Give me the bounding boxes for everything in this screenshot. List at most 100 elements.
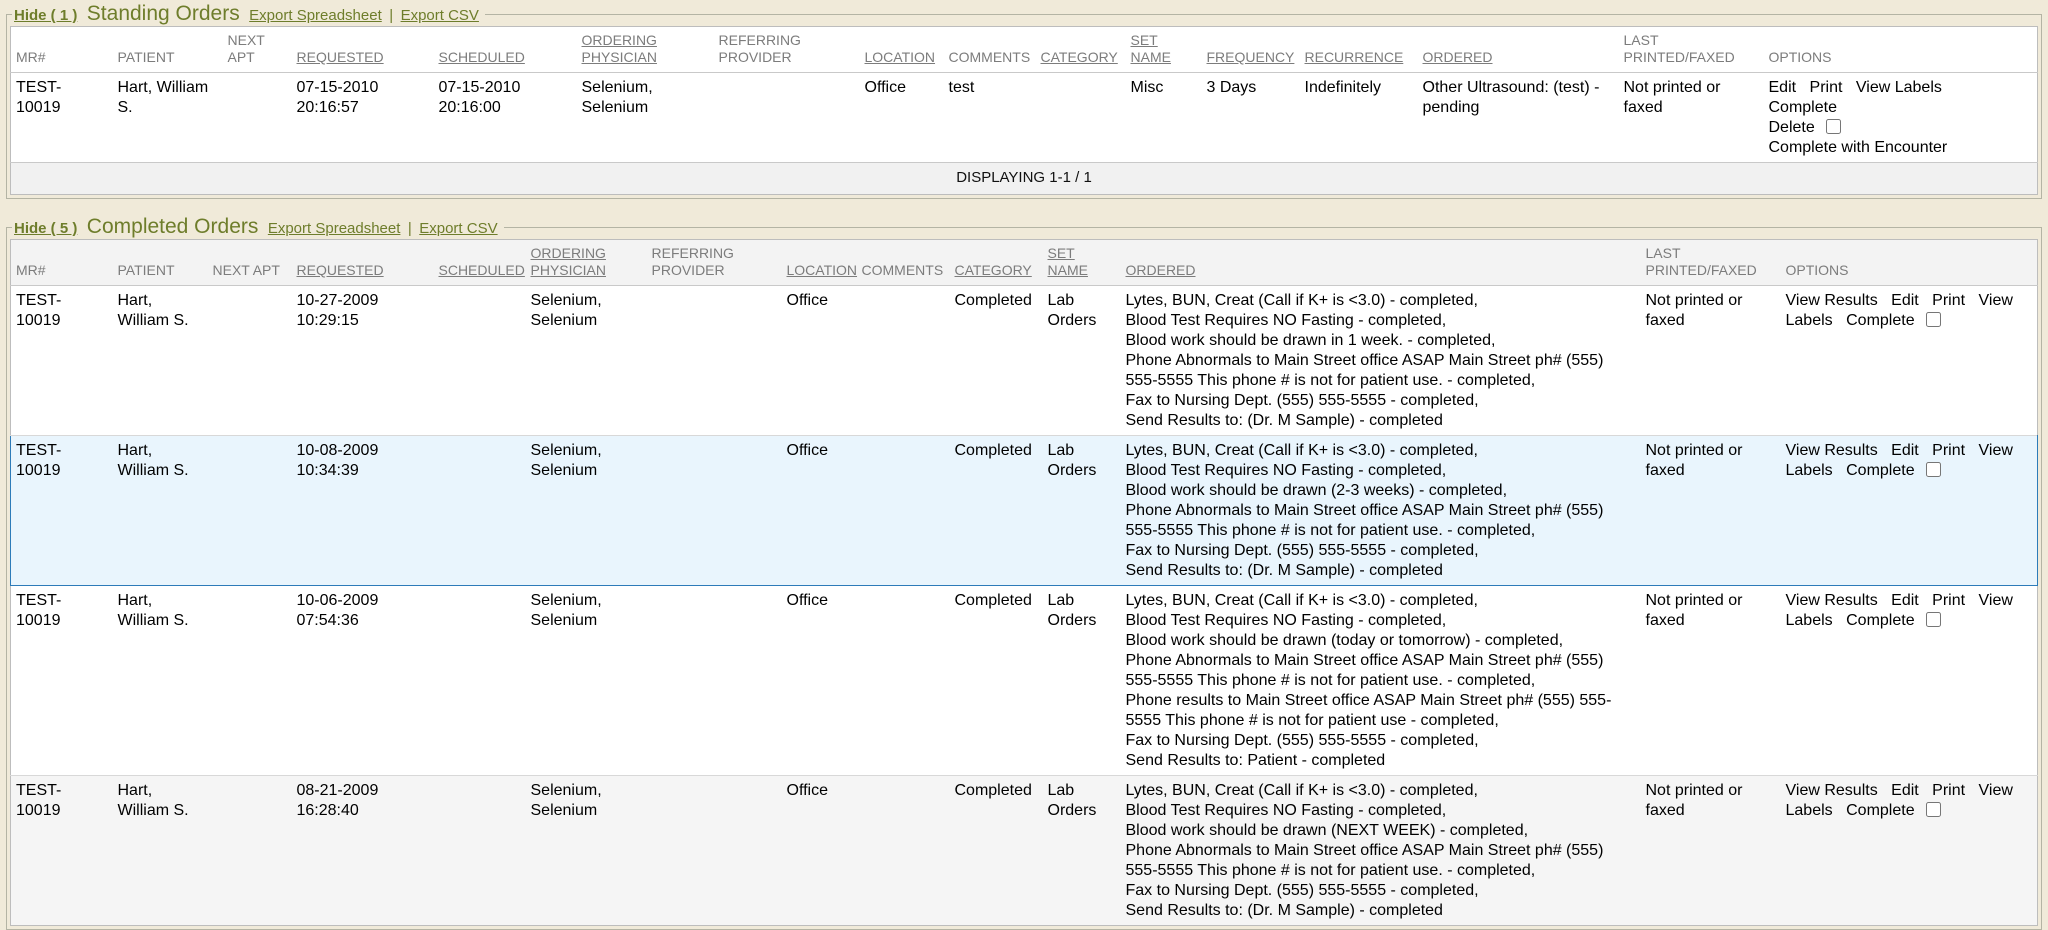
legend-separator: | — [389, 7, 393, 24]
complete-link[interactable]: Complete — [1846, 802, 1914, 819]
cell-ordering-physician: Selenium, Selenium — [526, 586, 647, 776]
col-header-options: OPTIONS — [1764, 27, 2038, 73]
complete-with-encounter-link[interactable]: Complete with Encounter — [1769, 139, 1948, 156]
complete-link[interactable]: Complete — [1769, 99, 1837, 116]
order-select-checkbox[interactable] — [1926, 462, 1941, 477]
col-header-set-name[interactable]: SET NAME — [1043, 240, 1121, 286]
col-header-requested[interactable]: REQUESTED — [292, 240, 434, 286]
print-link[interactable]: Print — [1932, 442, 1965, 459]
cell-category: Completed — [950, 436, 1043, 586]
cell-location: Office — [782, 776, 857, 926]
edit-link[interactable]: Edit — [1891, 292, 1919, 309]
delete-link[interactable]: Delete — [1769, 119, 1815, 136]
col-header-category[interactable]: CATEGORY — [1036, 27, 1126, 73]
view-labels-link[interactable]: View Labels — [1856, 79, 1942, 96]
order-select-checkbox[interactable] — [1926, 612, 1941, 627]
cell-comments — [857, 436, 950, 586]
standing-export-csv-link[interactable]: Export CSV — [401, 7, 479, 24]
cell-referring-provider — [647, 776, 782, 926]
cell-scheduled — [434, 776, 526, 926]
cell-set-name: Lab Orders — [1043, 586, 1121, 776]
standing-export-spreadsheet-link[interactable]: Export Spreadsheet — [249, 7, 382, 24]
cell-ordered: Lytes, BUN, Creat (Call if K+ is <3.0) -… — [1121, 776, 1641, 926]
cell-next-apt — [223, 73, 292, 163]
completed-orders-legend: Hide ( 5 ) Completed Orders Export Sprea… — [12, 215, 504, 239]
cell-mr: TEST-10019 — [11, 286, 113, 436]
standing-order-row: TEST-10019 Hart, William S. 07-15-2010 2… — [11, 73, 2038, 163]
view-results-link[interactable]: View Results — [1786, 782, 1878, 799]
cell-next-apt — [208, 436, 292, 586]
cell-category: Completed — [950, 586, 1043, 776]
cell-last-printed-faxed: Not printed or faxed — [1641, 436, 1781, 586]
complete-link[interactable]: Complete — [1846, 312, 1914, 329]
cell-patient: Hart, William S. — [113, 286, 208, 436]
print-link[interactable]: Print — [1932, 782, 1965, 799]
standing-hide-link[interactable]: Hide ( 1 ) — [14, 7, 77, 24]
col-header-last-printed-faxed: LAST PRINTED/FAXED — [1641, 240, 1781, 286]
cell-scheduled: 07-15-2010 20:16:00 — [434, 73, 577, 163]
order-select-checkbox[interactable] — [1926, 312, 1941, 327]
view-results-link[interactable]: View Results — [1786, 442, 1878, 459]
cell-last-printed-faxed: Not printed or faxed — [1641, 586, 1781, 776]
cell-referring-provider — [714, 73, 860, 163]
cell-options: Edit Print View Labels Complete Delete C… — [1764, 73, 2038, 163]
cell-ordered: Lytes, BUN, Creat (Call if K+ is <3.0) -… — [1121, 586, 1641, 776]
cell-next-apt — [208, 586, 292, 776]
print-link[interactable]: Print — [1810, 79, 1843, 96]
completed-orders-table: MR# PATIENT NEXT APT REQUESTED SCHEDULED… — [10, 239, 2038, 926]
col-header-ordering-physician[interactable]: ORDERING PHYSICIAN — [577, 27, 714, 73]
cell-referring-provider — [647, 586, 782, 776]
col-header-scheduled[interactable]: SCHEDULED — [434, 27, 577, 73]
legend-separator: | — [408, 220, 412, 237]
cell-set-name: Misc — [1126, 73, 1202, 163]
standing-orders-section: Hide ( 1 ) Standing Orders Export Spread… — [6, 2, 2042, 199]
cell-comments — [857, 286, 950, 436]
order-select-checkbox[interactable] — [1826, 119, 1841, 134]
col-header-ordered[interactable]: ORDERED — [1418, 27, 1619, 73]
col-header-requested[interactable]: REQUESTED — [292, 27, 434, 73]
cell-mr: TEST-10019 — [11, 776, 113, 926]
cell-options: View Results Edit Print View Labels Comp… — [1781, 586, 2038, 776]
edit-link[interactable]: Edit — [1769, 79, 1797, 96]
edit-link[interactable]: Edit — [1891, 442, 1919, 459]
cell-category: Completed — [950, 286, 1043, 436]
col-header-patient: PATIENT — [113, 27, 223, 73]
col-header-scheduled[interactable]: SCHEDULED — [434, 240, 526, 286]
view-results-link[interactable]: View Results — [1786, 292, 1878, 309]
col-header-frequency[interactable]: FREQUENCY — [1202, 27, 1300, 73]
standing-paging-row: DISPLAYING 1-1 / 1 — [11, 163, 2038, 195]
col-header-location[interactable]: LOCATION — [782, 240, 857, 286]
completed-order-row: TEST-10019 Hart, William S. 08-21-2009 1… — [11, 776, 2038, 926]
col-header-set-name[interactable]: SET NAME — [1126, 27, 1202, 73]
cell-ordered: Lytes, BUN, Creat (Call if K+ is <3.0) -… — [1121, 436, 1641, 586]
col-header-ordered[interactable]: ORDERED — [1121, 240, 1641, 286]
completed-hide-link[interactable]: Hide ( 5 ) — [14, 220, 77, 237]
cell-ordered: Other Ultrasound: (test) - pending — [1418, 73, 1619, 163]
view-results-link[interactable]: View Results — [1786, 592, 1878, 609]
edit-link[interactable]: Edit — [1891, 592, 1919, 609]
order-select-checkbox[interactable] — [1926, 802, 1941, 817]
col-header-next-apt: NEXT APT — [208, 240, 292, 286]
col-header-location[interactable]: LOCATION — [860, 27, 944, 73]
cell-location: Office — [782, 436, 857, 586]
col-header-category[interactable]: CATEGORY — [950, 240, 1043, 286]
complete-link[interactable]: Complete — [1846, 612, 1914, 629]
print-link[interactable]: Print — [1932, 592, 1965, 609]
cell-requested: 10-27-2009 10:29:15 — [292, 286, 434, 436]
print-link[interactable]: Print — [1932, 292, 1965, 309]
col-header-ordering-physician[interactable]: ORDERING PHYSICIAN — [526, 240, 647, 286]
col-header-recurrence[interactable]: RECURRENCE — [1300, 27, 1418, 73]
completed-export-spreadsheet-link[interactable]: Export Spreadsheet — [268, 220, 401, 237]
col-header-patient: PATIENT — [113, 240, 208, 286]
complete-link[interactable]: Complete — [1846, 462, 1914, 479]
col-header-referring-provider: REFERRING PROVIDER — [714, 27, 860, 73]
edit-link[interactable]: Edit — [1891, 782, 1919, 799]
cell-patient: Hart, William S. — [113, 436, 208, 586]
cell-options: View Results Edit Print View Labels Comp… — [1781, 436, 2038, 586]
col-header-comments: COMMENTS — [944, 27, 1036, 73]
cell-last-printed-faxed: Not printed or faxed — [1641, 776, 1781, 926]
completed-export-csv-link[interactable]: Export CSV — [419, 220, 497, 237]
col-header-comments: COMMENTS — [857, 240, 950, 286]
cell-requested: 07-15-2010 20:16:57 — [292, 73, 434, 163]
paging-status: DISPLAYING 1-1 / 1 — [11, 163, 2038, 195]
